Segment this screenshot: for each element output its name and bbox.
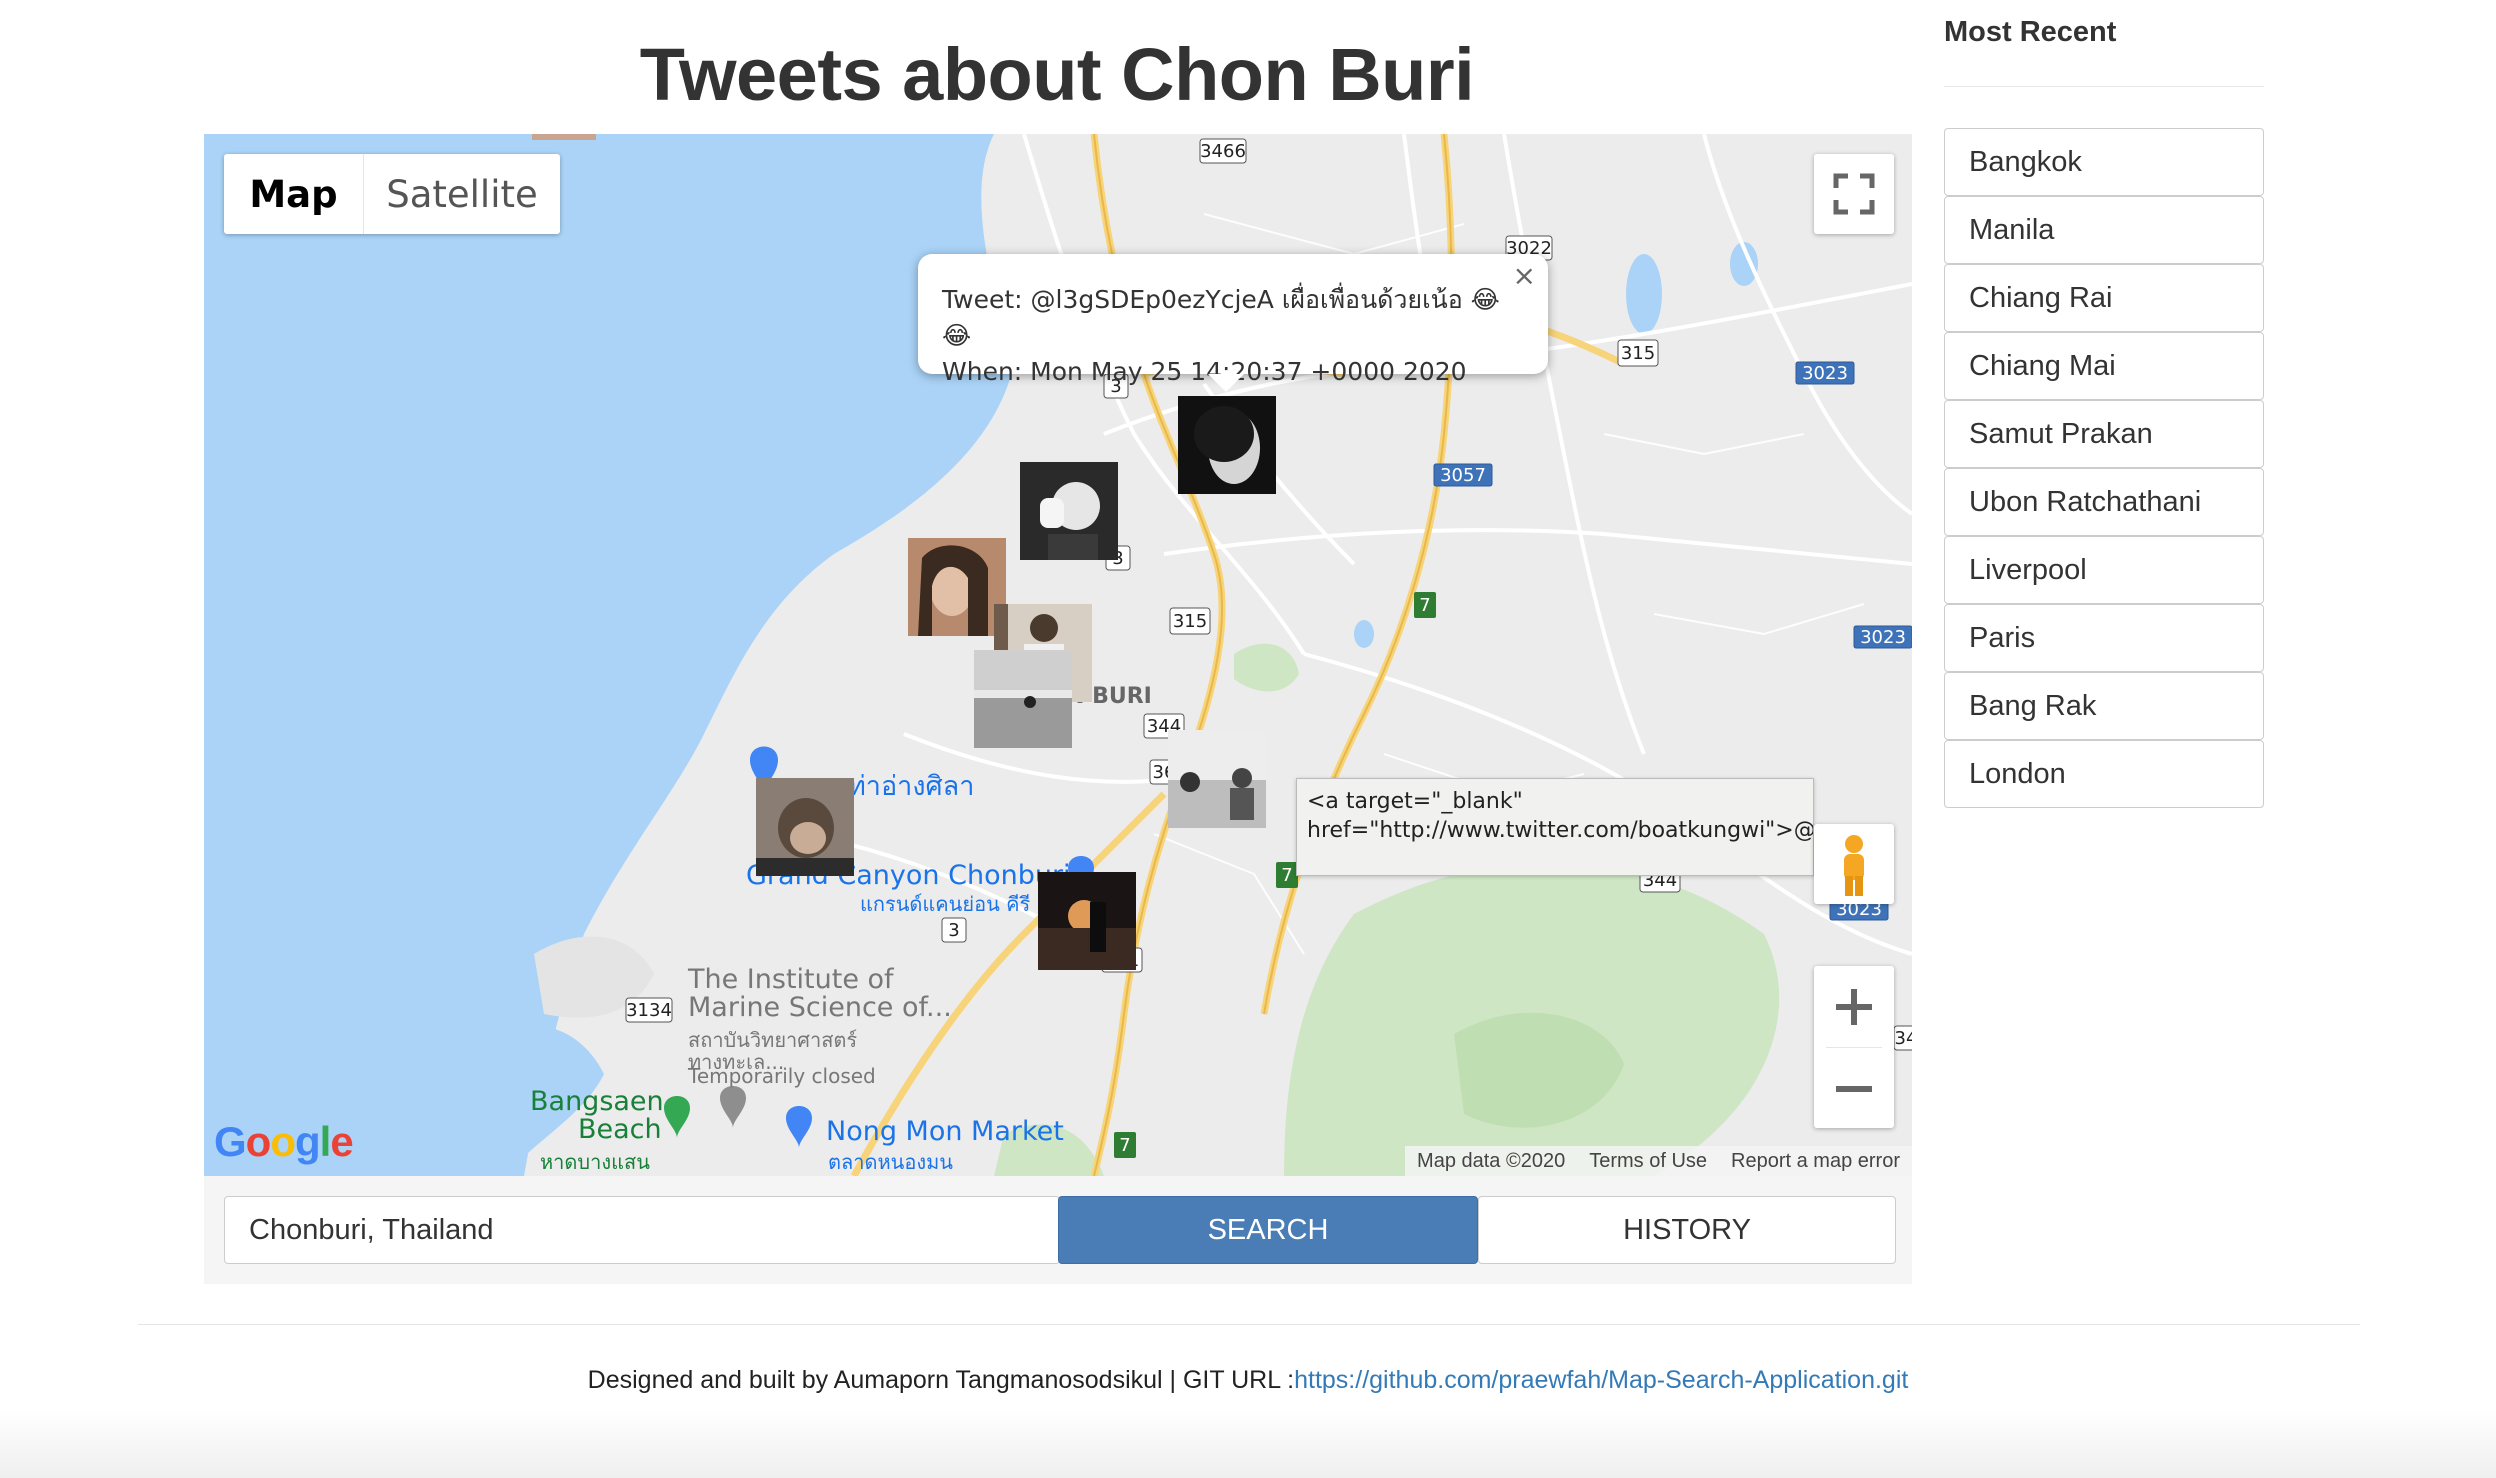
report-error-link[interactable]: Report a map error [1731,1150,1900,1173]
poi-temporarily-closed: Temporarily closed [688,1064,876,1088]
poi-tha-ang-sila[interactable]: ท่าอ่างศิลา [848,764,974,807]
recent-item[interactable]: Manila [1944,196,2264,264]
tweet-avatar-marker[interactable] [1020,462,1118,560]
svg-text:7: 7 [1119,1135,1130,1156]
tweet-avatar-marker[interactable] [756,778,854,876]
marker-tooltip: <a target="_blank" href="http://www.twit… [1296,778,1814,876]
poi-bangsaen-line1[interactable]: Bangsaen [530,1086,664,1117]
map-type-control: Map Satellite [224,154,560,234]
svg-text:3057: 3057 [1440,465,1486,486]
zoom-control [1814,966,1894,1128]
poi-nong-mon-th: ตลาดหนองมน [828,1150,953,1174]
most-recent-heading: Most Recent [1944,16,2117,48]
poi-grand-canyon-th: แกรนด์แคนย่อน คีรี [860,892,1031,916]
svg-text:3: 3 [948,920,959,941]
tweet-avatar-marker[interactable] [532,134,596,140]
svg-text:7: 7 [1419,595,1430,616]
tweet-avatar-marker[interactable] [974,650,1072,748]
footer: Designed and built by Aumaporn Tangmanos… [0,1366,2496,1395]
recent-item[interactable]: Bang Rak [1944,672,2264,740]
zoom-in-button[interactable] [1814,966,1894,1047]
recent-search-list: Bangkok Manila Chiang Rai Chiang Mai Sam… [1944,128,2264,808]
tweet-avatar-marker[interactable] [1168,730,1266,828]
footer-divider [138,1324,2360,1325]
search-button[interactable]: SEARCH [1058,1196,1478,1264]
pegman-icon [1844,835,1864,896]
fullscreen-button[interactable] [1814,154,1894,234]
map-type-map-button[interactable]: Map [224,154,364,234]
recent-item[interactable]: Liverpool [1944,536,2264,604]
svg-text:34: 34 [1895,1028,1912,1049]
google-logo[interactable]: Google [214,1118,354,1166]
recent-item[interactable]: Samut Prakan [1944,400,2264,468]
history-button[interactable]: HISTORY [1478,1196,1896,1264]
poi-bangsaen-line2[interactable]: Beach [578,1114,662,1145]
fullscreen-icon [1833,173,1875,215]
location-search-input[interactable] [224,1196,1060,1264]
map-data-text: Map data ©2020 [1417,1149,1566,1172]
close-icon[interactable]: × [1513,258,1536,294]
zoom-out-button[interactable] [1814,1048,1894,1129]
svg-text:3023: 3023 [1802,363,1848,384]
poi-bangsaen-th: หาดบางแสน [540,1150,650,1174]
poi-nong-mon[interactable]: Nong Mon Market [826,1116,1064,1147]
map-type-satellite-button[interactable]: Satellite [364,154,560,234]
recent-item[interactable]: Chiang Mai [1944,332,2264,400]
footer-credit: Designed and built by Aumaporn Tangmanos… [587,1366,1295,1394]
poi-institute-line2[interactable]: Marine Science of... [688,992,952,1023]
street-view-button[interactable] [1814,824,1894,904]
svg-text:3466: 3466 [1200,141,1246,162]
minus-icon [1836,1085,1872,1092]
git-url-link[interactable]: https://github.com/praewfah/Map-Search-A… [1294,1366,1908,1394]
recent-item[interactable]: Ubon Ratchathani [1944,468,2264,536]
info-window-tail [1208,374,1244,392]
tweet-text: Tweet: @l3gSDEp0ezYcjeA เผื่อเพื่อนด้วยเ… [942,285,1500,350]
map-canvas[interactable]: 3466 3022 315 3023 3 3057 3 7 315 3023 3… [204,134,1912,1176]
poi-institute-line1[interactable]: The Institute of [688,964,894,995]
recent-item[interactable]: Paris [1944,604,2264,672]
recent-item[interactable]: Bangkok [1944,128,2264,196]
sidebar-divider [1944,86,2264,87]
tweet-info-window: Tweet: @l3gSDEp0ezYcjeA เผื่อเพื่อนด้วยเ… [918,254,1548,392]
map-attribution: Map data ©2020 Terms of Use Report a map… [1405,1146,1912,1176]
terms-link[interactable]: Terms of Use [1589,1150,1707,1173]
plus-icon [1836,988,1872,1025]
search-bar: SEARCH HISTORY [204,1176,1912,1284]
recent-item[interactable]: Chiang Rai [1944,264,2264,332]
svg-text:315: 315 [1621,343,1655,364]
svg-text:3023: 3023 [1860,627,1906,648]
page-title: Tweets about Chon Buri [639,33,1475,116]
page-bottom-fade [0,1410,2496,1478]
tweet-avatar-marker[interactable] [1178,396,1276,494]
tweet-avatar-marker[interactable] [1038,872,1136,970]
svg-text:315: 315 [1173,611,1207,632]
tweet-avatar-marker[interactable] [908,538,1006,636]
recent-item[interactable]: London [1944,740,2264,808]
svg-text:7: 7 [1281,865,1292,886]
svg-text:3134: 3134 [626,1000,672,1021]
